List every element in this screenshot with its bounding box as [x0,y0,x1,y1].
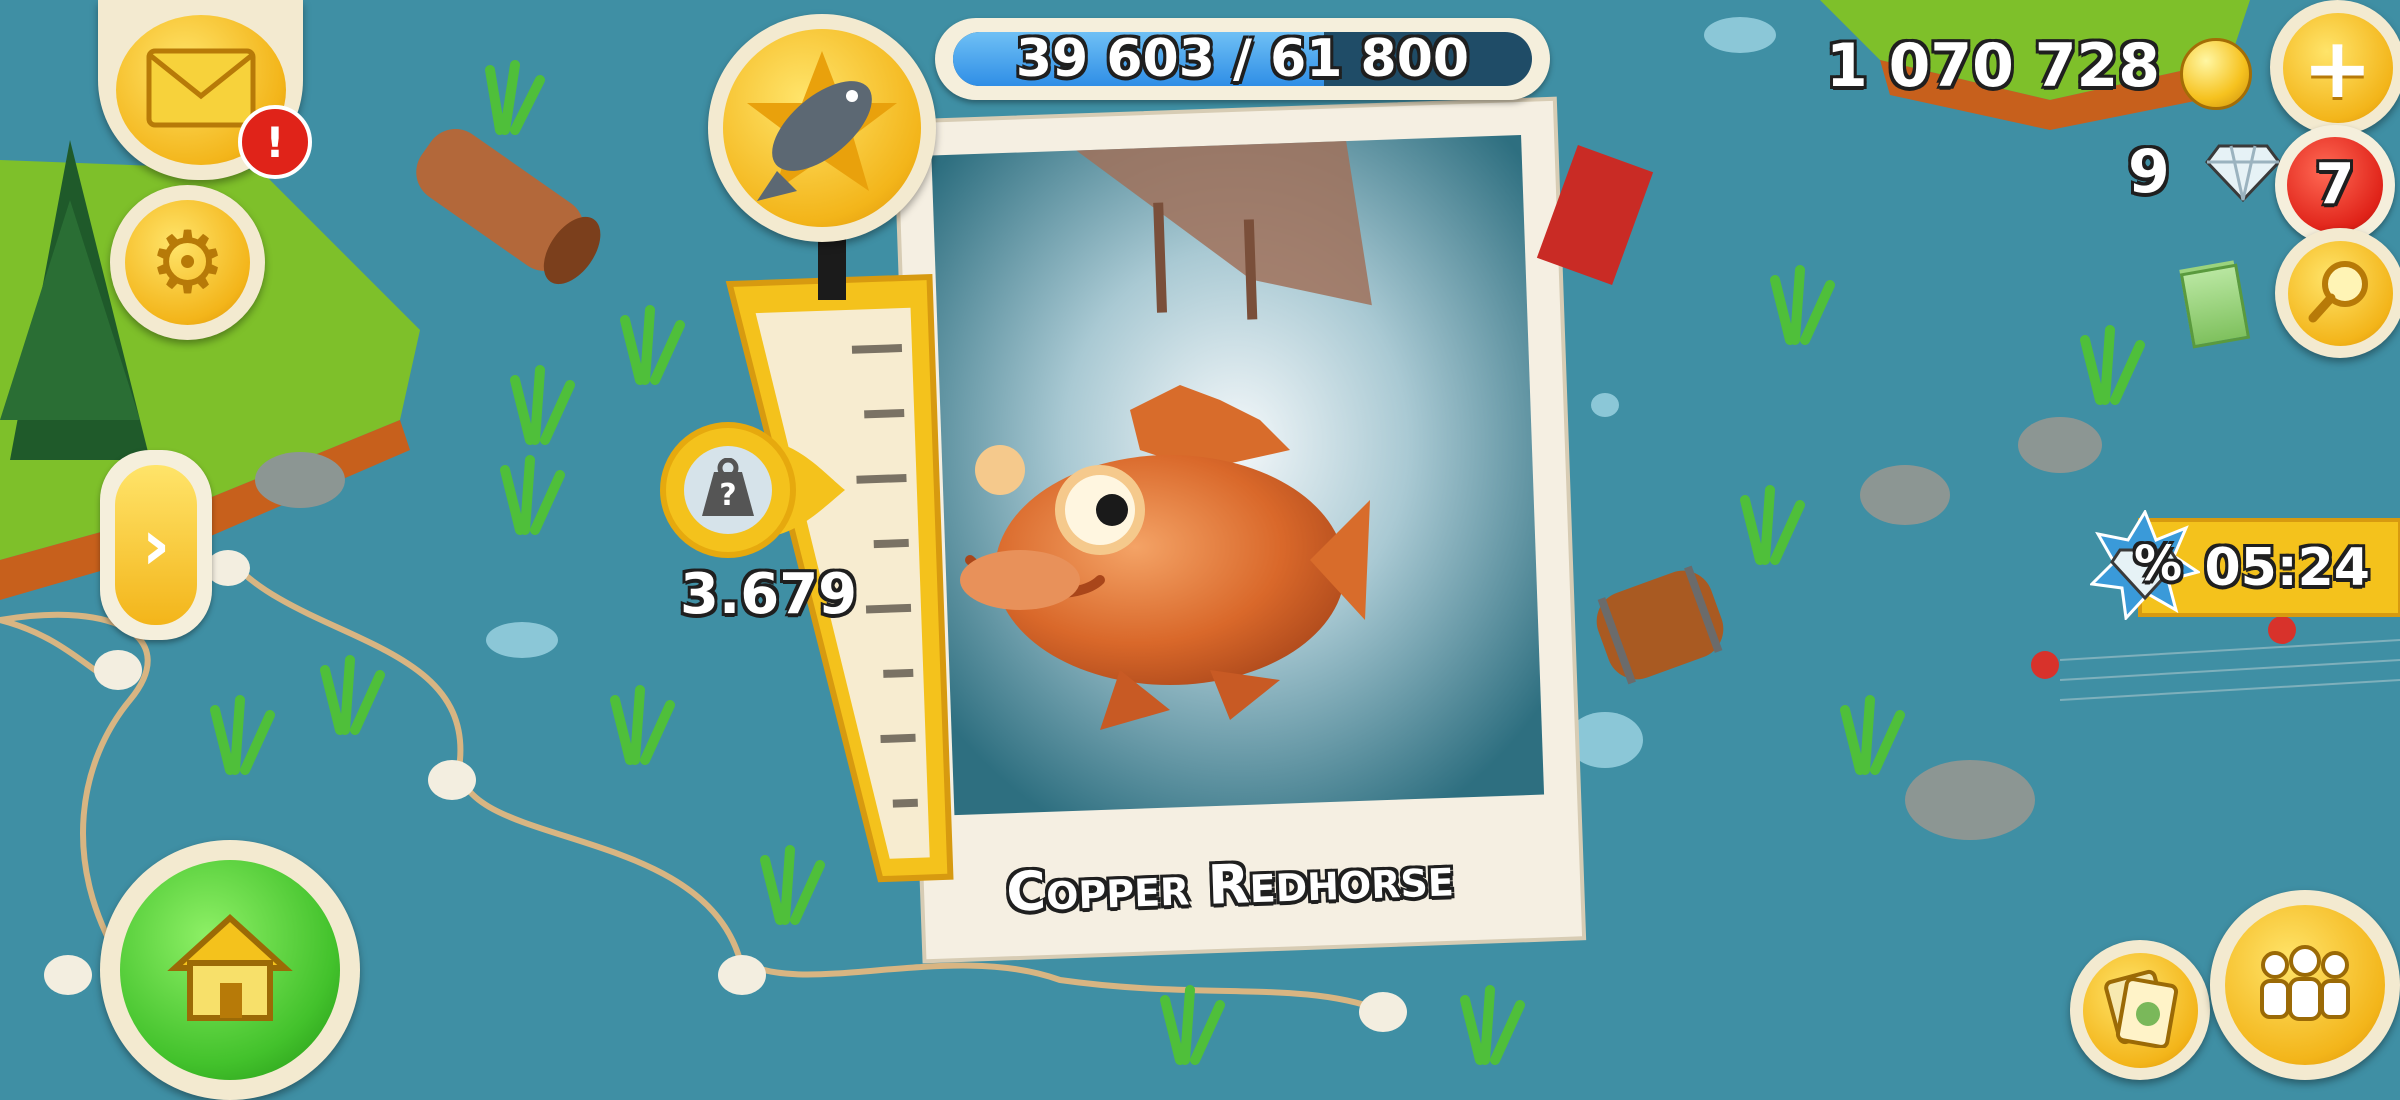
coin-count: 1 070 728 [1825,31,2160,101]
pond-background [0,0,2400,1080]
diamond-count: 9 [2128,137,2170,207]
neighbors-button[interactable] [2210,890,2400,1080]
envelope-icon [146,48,256,132]
fish-weight: 3.679 [680,562,858,627]
gear-icon: ⚙ [148,212,227,313]
diamond-icon [2205,142,2281,208]
sale-percent-glyph: % [2134,536,2183,592]
sale-banner[interactable]: % 05:24 [2088,508,2400,622]
sale-diamond-icon: % [2088,508,2202,622]
plus-icon: + [2302,18,2373,117]
fish-star-icon [737,41,907,215]
home-icon [165,908,295,1032]
weight-unknown-glyph: ? [719,478,737,513]
settings-button[interactable]: ⚙ [110,185,265,340]
diamond-offer-count: 7 [2315,152,2355,217]
diamond-offer-button[interactable]: 7 [2275,125,2395,245]
mail-alert-text: ! [265,117,285,167]
weight-unknown-icon: ? [700,457,756,518]
people-icon [2250,943,2360,1027]
cards-button[interactable] [2070,940,2210,1080]
expand-panel-button[interactable]: › [100,450,212,640]
coin-icon [2180,38,2252,110]
chevron-right-icon: › [141,504,171,586]
cards-icon [2100,968,2180,1052]
add-coins-button[interactable]: + [2270,0,2400,135]
mail-alert-badge: ! [238,105,312,179]
xp-text: 39 603 / 61 800 [1015,29,1470,89]
home-button[interactable] [100,840,360,1100]
fish-star-badge [708,14,936,242]
magnifier-icon [2305,256,2375,330]
search-button[interactable] [2275,228,2400,358]
sale-timer: 05:24 [2204,538,2370,598]
xp-bar[interactable]: 39 603 / 61 800 [935,18,1550,100]
